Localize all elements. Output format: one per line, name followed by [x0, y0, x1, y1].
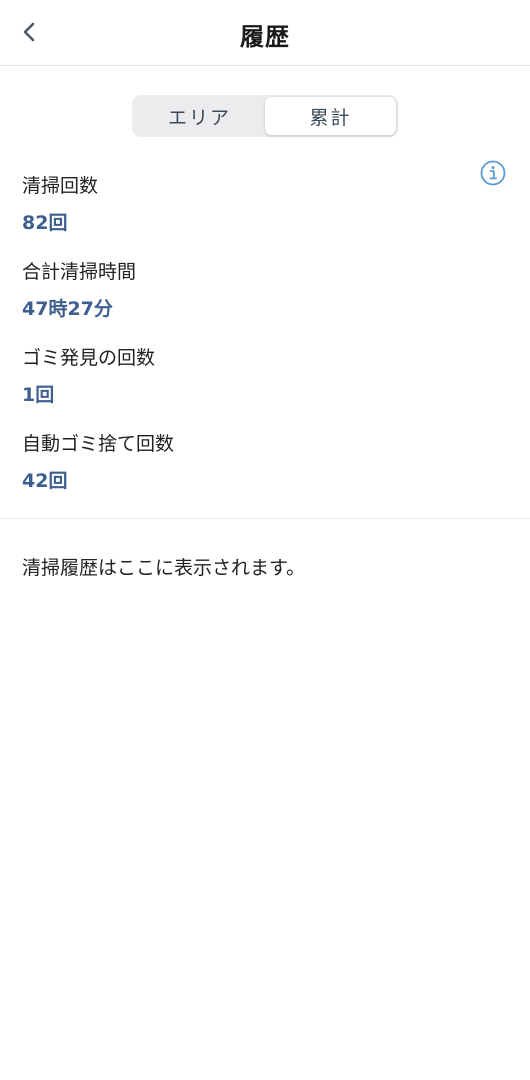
tab-cumulative[interactable]: 累計 [265, 97, 396, 135]
stat-value: 1回 [22, 384, 55, 406]
stat-value: 82回 [22, 212, 68, 234]
segmented-control: エリア 累計 [132, 95, 398, 137]
stat-label: ゴミ発見の回数 [22, 347, 156, 369]
stat-label: 自動ゴミ捨て回数 [22, 433, 175, 455]
header: 履歴 [0, 0, 530, 66]
stat-cleaning-count: 清掃回数 82回 [22, 172, 482, 258]
page-title: 履歴 [240, 23, 290, 51]
section-divider [0, 518, 530, 519]
info-circle-icon [480, 160, 506, 186]
stat-auto-empty-count: 自動ゴミ捨て回数 42回 [22, 430, 482, 516]
stat-label: 清掃回数 [22, 175, 99, 197]
stat-debris-detected-count: ゴミ発見の回数 1回 [22, 344, 482, 430]
info-button[interactable] [480, 160, 506, 186]
stat-total-cleaning-time: 合計清掃時間 47時27分 [22, 258, 482, 344]
stat-value: 47時27分 [22, 298, 113, 320]
history-empty-message: 清掃履歴はここに表示されます。 [22, 557, 306, 579]
tab-area[interactable]: エリア [134, 97, 265, 135]
stat-value: 42回 [22, 470, 68, 492]
stats-list: 清掃回数 82回 合計清掃時間 47時27分 ゴミ発見の回数 1回 自動ゴミ捨て… [22, 172, 482, 516]
stat-label: 合計清掃時間 [22, 261, 137, 283]
